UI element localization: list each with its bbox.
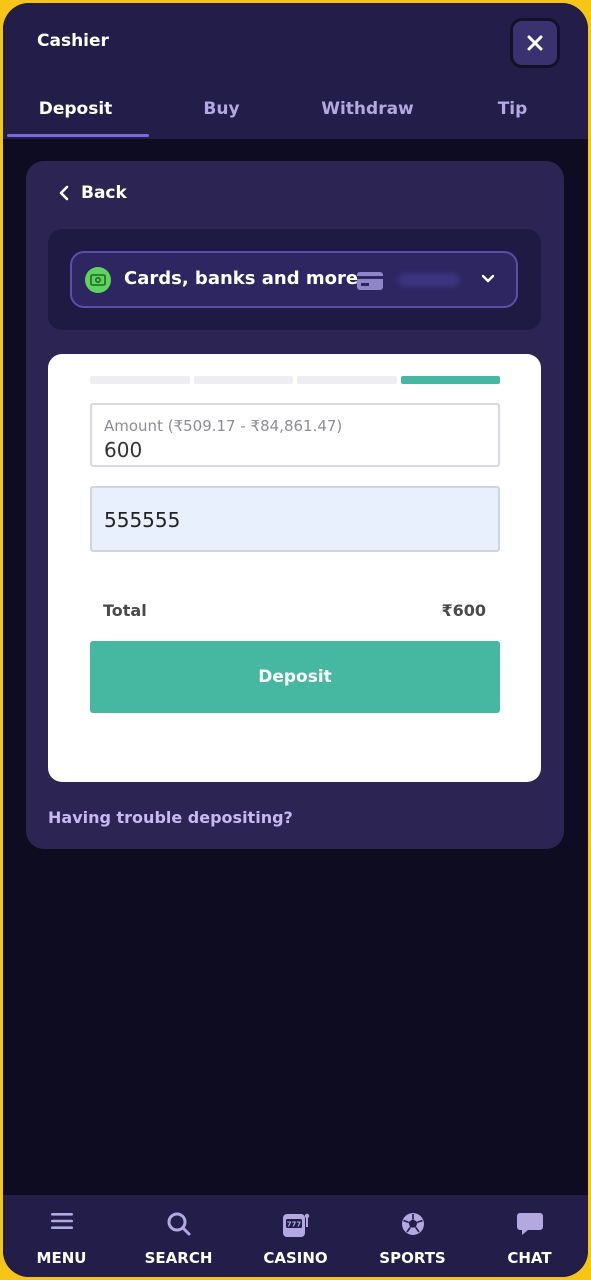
amount-label: Amount (₹509.17 - ₹84,861.47) (104, 417, 343, 435)
chevron-down-icon (481, 274, 495, 283)
deposit-card: Back Cards, banks and more Amount (₹509.… (26, 161, 564, 849)
progress-step-current (400, 376, 500, 384)
back-label: Back (81, 183, 127, 203)
nav-search-label: SEARCH (144, 1249, 213, 1267)
progress-step (193, 376, 293, 384)
code-value: 555555 (104, 508, 181, 532)
nav-chat-label: CHAT (507, 1249, 552, 1267)
total-label: Total (103, 601, 147, 620)
nav-casino[interactable]: 777 CASINO (237, 1195, 354, 1277)
total-value: ₹600 (441, 601, 486, 620)
tab-deposit[interactable]: Deposit (3, 99, 148, 119)
back-button[interactable]: Back (59, 183, 127, 203)
blurred-balance (398, 273, 460, 287)
amount-value: 600 (104, 438, 143, 462)
payment-method-select[interactable]: Cards, banks and more (70, 251, 518, 308)
close-button[interactable] (510, 18, 560, 68)
close-icon (527, 35, 543, 51)
chat-icon (516, 1213, 543, 1235)
amount-field[interactable]: Amount (₹509.17 - ₹84,861.47) 600 (90, 403, 500, 467)
progress-step (297, 376, 397, 384)
deposit-button[interactable]: Deposit (90, 641, 500, 713)
tab-withdraw[interactable]: Withdraw (295, 99, 440, 119)
bottom-nav: MENU SEARCH 777 CASINO SPORTS CHAT (3, 1195, 588, 1277)
progress-bar (90, 376, 500, 384)
nav-search[interactable]: SEARCH (120, 1195, 237, 1277)
chevron-left-icon (59, 185, 69, 201)
slot-machine-icon: 777 (282, 1213, 309, 1237)
cash-icon (85, 267, 111, 293)
nav-sports-label: SPORTS (379, 1249, 446, 1267)
help-link[interactable]: Having trouble depositing? (48, 808, 293, 827)
soccer-ball-icon (401, 1213, 424, 1235)
page-title: Cashier (37, 31, 109, 51)
tab-buy[interactable]: Buy (149, 99, 294, 119)
payment-method-section: Cards, banks and more (48, 229, 541, 330)
nav-menu-label: MENU (36, 1249, 87, 1267)
search-icon (167, 1212, 190, 1236)
active-tab-indicator (7, 134, 149, 137)
nav-chat[interactable]: CHAT (471, 1195, 588, 1277)
nav-sports[interactable]: SPORTS (354, 1195, 471, 1277)
svg-text:777: 777 (286, 1221, 301, 1229)
deposit-form: Amount (₹509.17 - ₹84,861.47) 600 555555… (48, 354, 541, 782)
code-field[interactable]: 555555 (90, 486, 500, 552)
cashier-header: Cashier Deposit Buy Withdraw Tip (3, 3, 588, 139)
app-frame: Cashier Deposit Buy Withdraw Tip Back Ca… (3, 3, 588, 1277)
credit-card-icon (357, 272, 383, 290)
nav-casino-label: CASINO (263, 1249, 328, 1267)
menu-icon (50, 1213, 73, 1229)
payment-method-label: Cards, banks and more (124, 268, 359, 289)
tab-tip[interactable]: Tip (440, 99, 585, 119)
nav-menu[interactable]: MENU (3, 1195, 120, 1277)
progress-step (90, 376, 190, 384)
